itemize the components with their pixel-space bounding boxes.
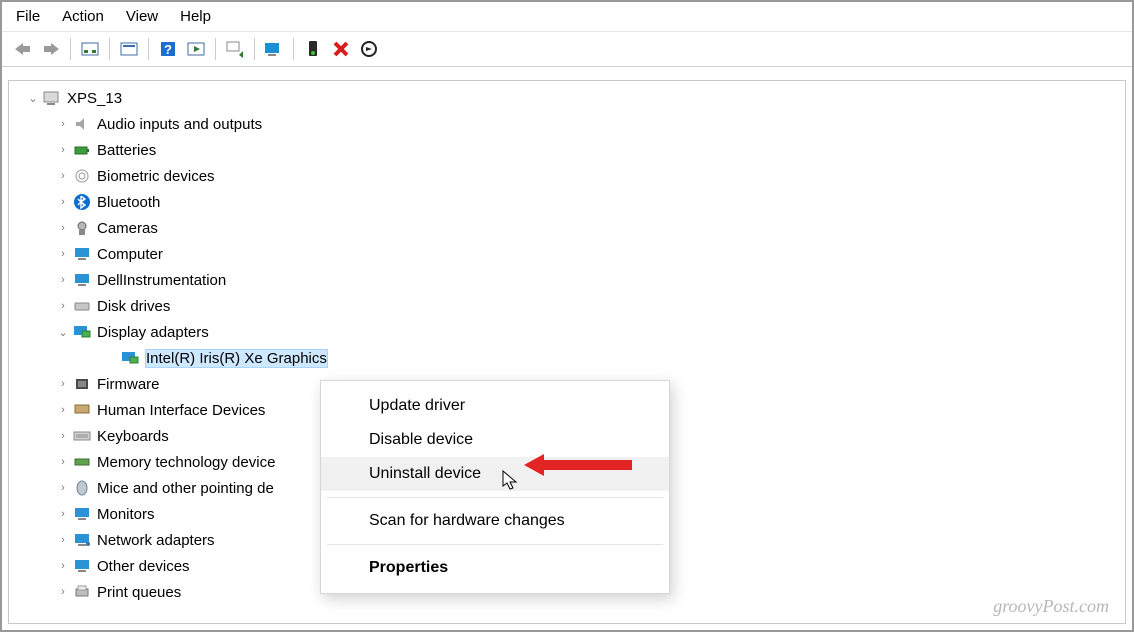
svg-text:?: ? [164, 42, 172, 57]
collapse-icon[interactable]: ⌄ [25, 92, 41, 105]
menubar: File Action View Help [2, 2, 1132, 32]
uninstall-device-button[interactable] [328, 36, 354, 62]
menu-view[interactable]: View [126, 8, 158, 25]
expand-icon[interactable]: › [55, 586, 71, 598]
toolbar-separator [254, 38, 255, 60]
battery-icon [71, 140, 93, 160]
toolbar-separator [70, 38, 71, 60]
tree-item-intel-iris[interactable]: Intel(R) Iris(R) Xe Graphics [15, 345, 1125, 371]
toolbar-separator [215, 38, 216, 60]
display-adapter-icon [119, 348, 141, 368]
disk-icon [71, 296, 93, 316]
fingerprint-icon [71, 166, 93, 186]
scan-hardware-button[interactable] [261, 36, 287, 62]
tree-item-cameras[interactable]: ›Cameras [15, 215, 1125, 241]
toolbar-separator [109, 38, 110, 60]
menu-help[interactable]: Help [180, 8, 211, 25]
expand-icon[interactable]: › [55, 144, 71, 156]
other-devices-icon [71, 556, 93, 576]
expand-icon[interactable]: › [55, 274, 71, 286]
ctx-separator [327, 497, 663, 498]
ctx-update-driver[interactable]: Update driver [321, 389, 669, 423]
expand-icon[interactable]: › [55, 560, 71, 572]
monitor-icon [71, 504, 93, 524]
computer-icon [41, 88, 63, 108]
expand-icon[interactable]: › [55, 300, 71, 312]
properties-button[interactable] [116, 36, 142, 62]
hid-icon [71, 400, 93, 420]
tree-item-batteries[interactable]: ›Batteries [15, 137, 1125, 163]
action-button[interactable] [183, 36, 209, 62]
tree-item-computer[interactable]: ›Computer [15, 241, 1125, 267]
cursor-icon [502, 470, 520, 492]
back-button[interactable] [10, 36, 36, 62]
keyboard-icon [71, 426, 93, 446]
expand-icon[interactable]: › [55, 482, 71, 494]
ctx-scan-hardware[interactable]: Scan for hardware changes [321, 504, 669, 538]
bluetooth-icon [71, 192, 93, 212]
expand-icon[interactable]: › [55, 430, 71, 442]
printer-icon [71, 582, 93, 602]
toolbar-separator [148, 38, 149, 60]
expand-icon[interactable]: › [55, 508, 71, 520]
chip-icon [71, 374, 93, 394]
toolbar-separator [293, 38, 294, 60]
tree-item-disk[interactable]: ›Disk drives [15, 293, 1125, 319]
expand-icon[interactable]: › [55, 404, 71, 416]
update-driver-button[interactable] [222, 36, 248, 62]
enable-device-button[interactable] [300, 36, 326, 62]
tree-item-display[interactable]: ⌄Display adapters [15, 319, 1125, 345]
tree-item-selected-label: Intel(R) Iris(R) Xe Graphics [145, 349, 328, 368]
display-adapter-icon [71, 322, 93, 342]
collapse-icon[interactable]: ⌄ [55, 326, 71, 339]
expand-icon[interactable]: › [55, 456, 71, 468]
tree-root-label: XPS_13 [67, 90, 122, 107]
ctx-properties[interactable]: Properties [321, 551, 669, 585]
disable-device-button[interactable] [356, 36, 382, 62]
expand-icon[interactable]: › [55, 222, 71, 234]
forward-button[interactable] [38, 36, 64, 62]
monitor-icon [71, 270, 93, 290]
expand-icon[interactable]: › [55, 378, 71, 390]
monitor-icon [71, 244, 93, 264]
context-menu: Update driver Disable device Uninstall d… [320, 380, 670, 594]
memory-icon [71, 452, 93, 472]
toolbar: ? [2, 32, 1132, 67]
show-hide-tree-button[interactable] [77, 36, 103, 62]
ctx-separator [327, 544, 663, 545]
expand-icon[interactable]: › [55, 534, 71, 546]
tree-item-biometric[interactable]: ›Biometric devices [15, 163, 1125, 189]
watermark: groovyPost.com [993, 596, 1109, 617]
expand-icon[interactable]: › [55, 196, 71, 208]
tree-item-bluetooth[interactable]: ›Bluetooth [15, 189, 1125, 215]
annotation-arrow [524, 450, 634, 480]
expand-icon[interactable]: › [55, 170, 71, 182]
expand-icon[interactable]: › [55, 118, 71, 130]
tree-item-dell[interactable]: ›DellInstrumentation [15, 267, 1125, 293]
tree-root[interactable]: ⌄ XPS_13 [15, 85, 1125, 111]
menu-file[interactable]: File [16, 8, 40, 25]
help-button[interactable]: ? [155, 36, 181, 62]
tree-item-audio[interactable]: ›Audio inputs and outputs [15, 111, 1125, 137]
expand-icon[interactable]: › [55, 248, 71, 260]
mouse-icon [71, 478, 93, 498]
camera-icon [71, 218, 93, 238]
menu-action[interactable]: Action [62, 8, 104, 25]
speaker-icon [71, 114, 93, 134]
network-icon [71, 530, 93, 550]
